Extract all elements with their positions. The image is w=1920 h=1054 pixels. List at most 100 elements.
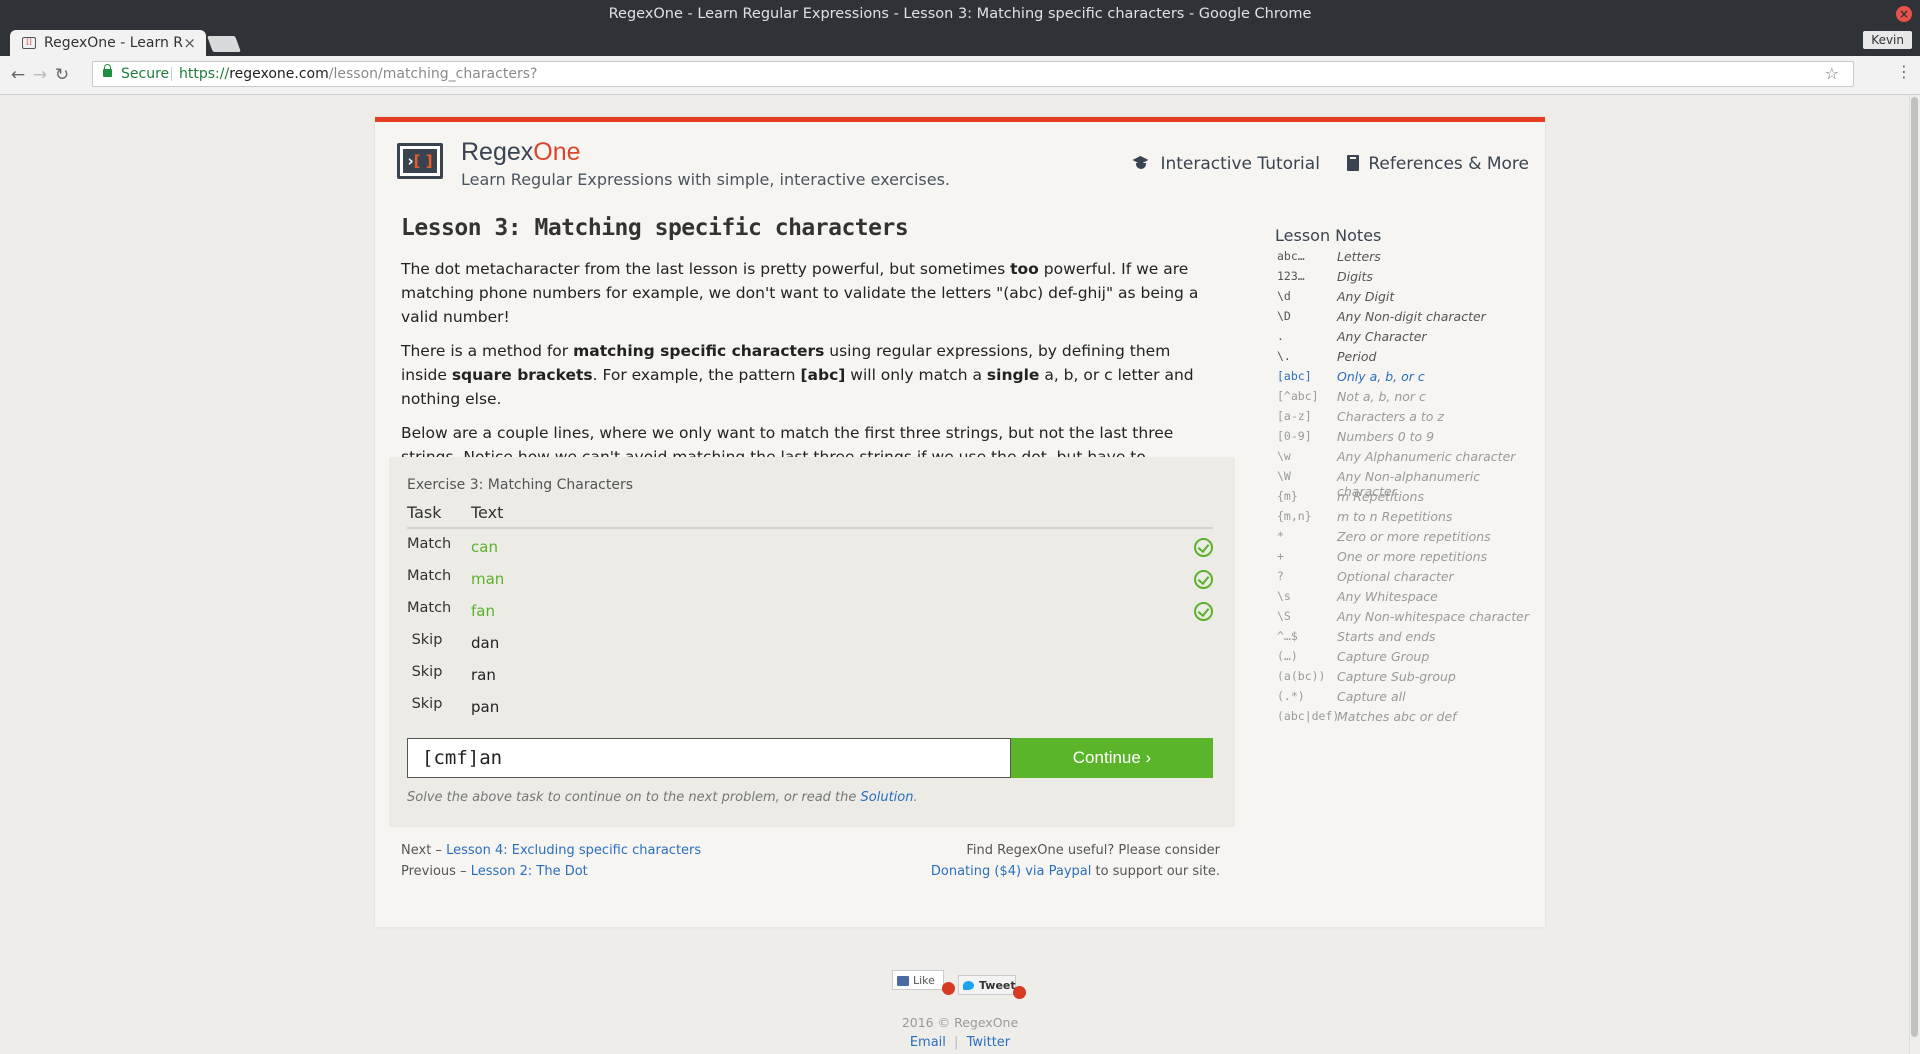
lesson-note-item: [0-9] Numbers 0 to 9	[1275, 429, 1535, 449]
nav-interactive-tutorial[interactable]: Interactive Tutorial	[1130, 154, 1320, 174]
url-host: regexone.com	[229, 66, 329, 82]
chrome-menu-icon[interactable]: ⋮	[1896, 64, 1912, 80]
row-task: Match	[407, 568, 452, 584]
table-row: Match can	[407, 530, 1213, 562]
forward-arrow-icon[interactable]: →	[30, 65, 50, 85]
browser-tab[interactable]: [] RegexOne - Learn R ×	[10, 30, 206, 56]
tweet-button[interactable]: Tweet	[958, 975, 1016, 995]
page-title: Lesson 3: Matching specific characters	[401, 215, 909, 241]
scrollbar-thumb[interactable]	[1911, 97, 1918, 1037]
copyright: 2016 © RegexOne	[901, 1015, 1019, 1030]
regex-answer-input[interactable]	[407, 738, 1011, 778]
table-row: Skip ran	[407, 658, 1213, 690]
window-titlebar: RegexOne - Learn Regular Expressions - L…	[0, 0, 1920, 28]
blocked-icon	[1013, 986, 1026, 999]
lesson-note-item: {m} m Repetitions	[1275, 489, 1535, 509]
window-close-button[interactable]: ×	[1896, 6, 1912, 22]
note-pattern: (abc|def)	[1277, 709, 1340, 723]
lesson-note-item: . Any Character	[1275, 329, 1535, 349]
regexone-logo[interactable]: ›[ ]	[397, 143, 443, 179]
lesson-note-item: 123… Digits	[1275, 269, 1535, 289]
note-description: Period	[1337, 349, 1377, 364]
col-task-header: Task	[407, 503, 442, 522]
hint-text: Solve the above task to continue on to t…	[407, 790, 861, 805]
donate-link[interactable]: Donating ($4) via Paypal	[931, 864, 1091, 879]
row-text: fan	[471, 602, 495, 620]
row-text: ran	[471, 666, 496, 684]
note-description: Any Character	[1337, 329, 1427, 344]
note-description: Capture all	[1337, 689, 1406, 704]
twitter-link[interactable]: Twitter	[967, 1035, 1011, 1050]
row-text: dan	[471, 634, 500, 652]
next-lesson: Next – Lesson 4: Excluding specific char…	[401, 840, 701, 861]
lesson-note-item: {m,n} m to n Repetitions	[1275, 509, 1535, 529]
lesson-note-item: [a-z] Characters a to z	[1275, 409, 1535, 429]
note-description: Characters a to z	[1337, 409, 1444, 424]
lesson-paragraph-1: The dot metacharacter from the last less…	[401, 257, 1221, 329]
note-pattern: \S	[1277, 609, 1291, 623]
lesson-note-item: \w Any Alphanumeric character	[1275, 449, 1535, 469]
lesson-notes-list: abc… Letters 123… Digits \d Any Digit \D Any No…	[1275, 249, 1535, 729]
exercise-hint: Solve the above task to continue on to t…	[407, 790, 918, 805]
table-row: Skip pan	[407, 690, 1213, 722]
note-pattern: \d	[1277, 289, 1291, 303]
previous-lesson: Previous – Lesson 2: The Dot	[401, 861, 701, 882]
lock-icon	[103, 64, 112, 77]
top-nav: Interactive Tutorial References & More	[1108, 154, 1529, 174]
note-pattern: [a-z]	[1277, 409, 1312, 423]
previous-lesson-link[interactable]: Lesson 2: The Dot	[471, 864, 588, 879]
note-description: Any Non-whitespace character	[1337, 609, 1529, 624]
lesson-note-item: + One or more repetitions	[1275, 549, 1535, 569]
p2-bold-a: matching specific characters	[573, 342, 825, 360]
note-pattern: (a(bc))	[1277, 669, 1326, 683]
brand-accent: One	[533, 138, 581, 166]
solution-link[interactable]: Solution	[861, 790, 914, 805]
prev-label: Previous –	[401, 864, 471, 879]
tab-close-icon[interactable]: ×	[183, 30, 196, 56]
lesson-note-item: (.*) Capture all	[1275, 689, 1535, 709]
nav-references[interactable]: References & More	[1347, 154, 1529, 174]
lesson-note-item: abc… Letters	[1275, 249, 1535, 269]
graduation-cap-icon	[1130, 156, 1152, 170]
donate-text: Find RegexOne useful? Please consider	[966, 843, 1220, 858]
note-pattern: {m}	[1277, 489, 1298, 503]
note-pattern: +	[1277, 549, 1284, 563]
note-pattern: \.	[1277, 349, 1291, 363]
note-pattern: .	[1277, 329, 1284, 343]
note-description: One or more repetitions	[1337, 549, 1488, 564]
continue-button[interactable]: Continue ›	[1011, 738, 1213, 778]
row-task: Skip	[411, 632, 443, 648]
lesson-navigation: Next – Lesson 4: Excluding specific char…	[401, 840, 701, 882]
row-task: Skip	[411, 696, 443, 712]
note-pattern: \s	[1277, 589, 1291, 603]
note-pattern: [0-9]	[1277, 429, 1312, 443]
row-text: can	[471, 538, 498, 556]
facebook-like-button[interactable]: Like	[892, 970, 944, 990]
lesson-note-item: (abc|def) Matches abc or def	[1275, 709, 1535, 729]
next-label: Next –	[401, 843, 447, 858]
brand-name[interactable]: RegexOne	[461, 138, 581, 167]
note-pattern: (…)	[1277, 649, 1298, 663]
window-title: RegexOne - Learn Regular Expressions - L…	[608, 6, 1312, 22]
page-scrollbar[interactable]	[1909, 95, 1920, 1054]
reload-icon[interactable]: ↻	[52, 65, 72, 85]
note-pattern: *	[1277, 529, 1284, 543]
bookmark-star-icon[interactable]: ☆	[1825, 62, 1839, 86]
note-pattern: \D	[1277, 309, 1291, 323]
next-lesson-link[interactable]: Lesson 4: Excluding specific characters	[446, 843, 701, 858]
omnibox-divider	[171, 67, 172, 81]
note-pattern: [abc]	[1277, 369, 1312, 383]
email-link[interactable]: Email	[910, 1035, 946, 1050]
footer-divider: |	[954, 1035, 959, 1050]
note-description: Any Whitespace	[1337, 589, 1438, 604]
address-bar[interactable]: Secure https://regexone.com/lesson/match…	[92, 61, 1854, 87]
secure-label: Secure	[121, 66, 170, 82]
p1-bold: too	[1010, 260, 1039, 278]
back-arrow-icon[interactable]: ←	[8, 65, 28, 85]
p2-bold-d: square brackets	[451, 366, 593, 384]
new-tab-button[interactable]	[207, 36, 241, 52]
note-description: Letters	[1337, 249, 1381, 264]
profile-button[interactable]: Kevin	[1863, 31, 1912, 49]
exercise-table-header: Task Text	[407, 503, 1213, 529]
note-pattern: (.*)	[1277, 689, 1305, 703]
